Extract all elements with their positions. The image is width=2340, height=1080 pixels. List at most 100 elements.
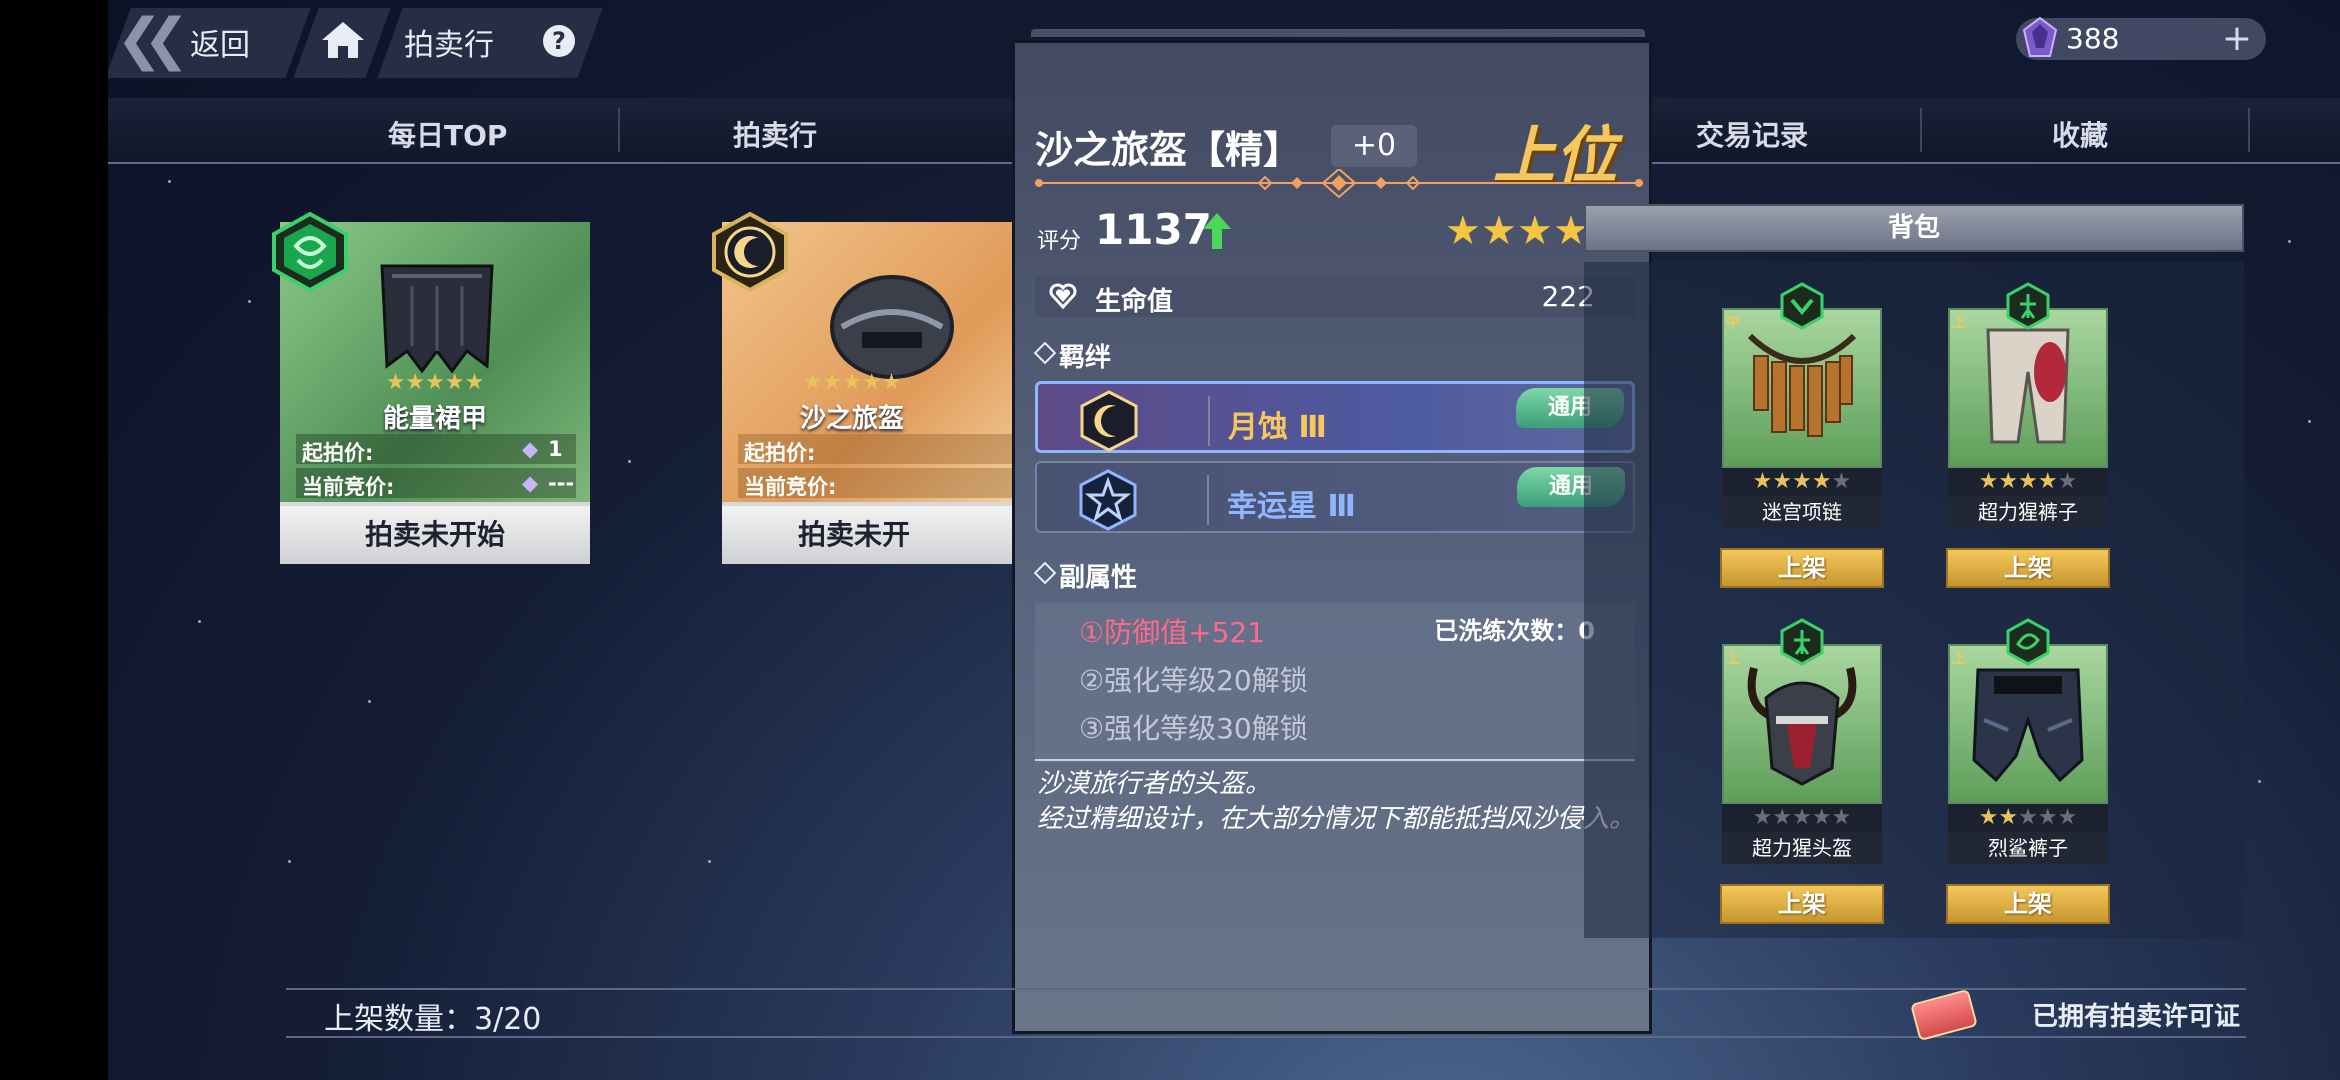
item-name: 沙之旅盔【精】 (1035, 128, 1302, 172)
home-icon[interactable] (320, 20, 366, 60)
list-item-button[interactable]: 上架 (1720, 548, 1884, 588)
hp-label: 生命值 (1095, 287, 1174, 317)
sub-attr-3: ③强化等级30解锁 (1079, 712, 1308, 745)
shark-pants-icon (1972, 668, 2084, 783)
item-tag: 上 (1952, 651, 1966, 667)
green-class-badge-icon (2006, 618, 2050, 666)
energy-skirt-armor-icon (380, 264, 494, 374)
card-item-name: 沙之旅盔 (799, 404, 904, 434)
rating-star-icon: ★ (1481, 208, 1517, 254)
gorilla-helmet-icon (1747, 667, 1857, 786)
backpack-item[interactable]: 上 ★★★★★ 超力猩头盔 上架 (1720, 618, 1884, 924)
bond-separator (1207, 475, 1209, 525)
item-rating-stars: ★★★★★ (1948, 468, 2108, 496)
maze-necklace-icon (1747, 333, 1857, 437)
background-star (708, 860, 711, 863)
footer-line (286, 988, 2246, 990)
backpack-item[interactable]: 上 ★★★★★ 烈鲨裤子 上架 (1946, 618, 2110, 924)
tab-divider (2248, 108, 2250, 152)
background-star (288, 860, 291, 863)
license-status: 已拥有拍卖许可证 (2031, 1002, 2240, 1032)
current-bid-label: 当前竞价: (744, 475, 837, 499)
card-rating-stars: ★★★★★ (385, 370, 485, 395)
list-item-button[interactable]: 上架 (1720, 884, 1884, 924)
current-bid-label: 当前竞价: (302, 475, 395, 499)
hp-row: 生命值 222 (1035, 275, 1635, 317)
item-tag: 中 (1726, 315, 1740, 331)
moon-class-badge-icon (712, 211, 788, 293)
backpack-item[interactable]: 中 ★★★★★ 迷宫项链 上架 (1720, 282, 1884, 588)
help-icon[interactable]: ? (543, 25, 575, 57)
green-class-badge-icon (1780, 618, 1824, 666)
current-bid-row: 当前竞价: ◆ --- (296, 468, 576, 499)
top-bar: ❮❮ 返回 拍卖行 ? (108, 0, 628, 80)
item-rating-stars: ★★★★★ (1722, 468, 1882, 496)
sub-attr-box: ①防御值+521 已洗练次数：0 ②强化等级20解锁 ③强化等级30解锁 (1035, 603, 1635, 763)
bond-separator (1208, 396, 1210, 446)
sub-attr-1: ①防御值+521 (1079, 616, 1266, 649)
star-icon (1079, 469, 1137, 531)
start-price-row: 起拍价: ◆ 1 (296, 434, 576, 465)
item-detail-panel: 沙之旅盔【精】 +0 上位 评分 1137 ★★★★★ 生命值 222 (1012, 29, 1652, 1034)
green-class-badge-icon (272, 211, 348, 293)
back-label[interactable]: 返回 (190, 20, 250, 64)
score-value: 1137 (1095, 205, 1212, 254)
card-item-name: 能量裙甲 (382, 404, 487, 434)
bond-section-title: 羁绊 (1033, 337, 1111, 374)
background-star (628, 460, 631, 463)
bond-row-moon-eclipse[interactable]: 月蚀 Ⅲ 通用 (1035, 381, 1635, 453)
item-description: 沙漠旅行者的头盔。 经过精细设计，在大部分情况下都能抵挡风沙侵入。 (1037, 769, 1636, 834)
score-up-arrow-icon (1203, 213, 1231, 249)
item-name: 烈鲨裤子 (1948, 832, 2108, 864)
item-name: 迷宫项链 (1722, 496, 1882, 528)
bond-name: 月蚀 Ⅲ (1228, 410, 1327, 445)
auction-status: 拍卖未开 (722, 506, 1032, 564)
backpack-item[interactable]: 上 ★★★★★ 超力猩裤子 上架 (1946, 282, 2110, 588)
rating-star-icon: ★ (1445, 208, 1481, 254)
current-bid-row: 当前竞价: (738, 468, 1018, 499)
backpack-title[interactable]: 背包 (1584, 204, 2244, 252)
item-name: 超力猩头盔 (1722, 832, 1882, 864)
back-chevron-icon: ❮❮ (116, 7, 190, 72)
page-title: 拍卖行 (404, 28, 494, 63)
add-currency-button[interactable]: + (2222, 18, 2252, 59)
background-star (168, 180, 171, 183)
diamond-bullet-icon (1033, 341, 1057, 365)
rating-star-icon: ★ (1517, 208, 1553, 254)
background-star (2308, 420, 2311, 423)
tab-trade-record[interactable]: 交易记录 (1696, 114, 1808, 154)
tab-divider (1920, 108, 1922, 152)
item-tag: 上 (1952, 315, 1966, 331)
moon-icon (1080, 390, 1138, 452)
list-item-button[interactable]: 上架 (1946, 548, 2110, 588)
tab-auction[interactable]: 拍卖行 (733, 114, 817, 154)
tab-divider (618, 108, 620, 152)
item-name: 超力猩裤子 (1948, 496, 2108, 528)
backpack-area (1584, 262, 2244, 938)
heart-icon (1049, 283, 1077, 309)
item-rating-stars: ★★★★★ (1722, 804, 1882, 832)
crystal-icon: ◆ (522, 437, 539, 461)
tab-daily-top[interactable]: 每日TOP (388, 114, 507, 154)
list-item-button[interactable]: 上架 (1946, 884, 2110, 924)
currency-value: 388 (2066, 22, 2120, 55)
background-star (368, 700, 371, 703)
listing-count: 上架数量：3/20 (324, 1002, 542, 1037)
item-level: +0 (1331, 125, 1417, 167)
sub-attr-section-title: 副属性 (1033, 557, 1137, 594)
score-label: 评分 (1037, 229, 1082, 254)
crystal-icon (2022, 16, 2058, 57)
pants-icon (1986, 328, 2070, 444)
start-price-row: 起拍价: (738, 434, 1018, 465)
diamond-bullet-icon (1033, 561, 1057, 585)
ornament-divider (1035, 169, 1643, 199)
tab-favorites[interactable]: 收藏 (2052, 114, 2108, 154)
background-star (248, 300, 251, 303)
background-star (198, 620, 201, 623)
bond-row-lucky-star[interactable]: 幸运星 Ⅲ 通用 (1035, 461, 1635, 533)
auction-status: 拍卖未开始 (280, 506, 590, 564)
start-price-label: 起拍价: (744, 441, 816, 465)
bond-name: 幸运星 Ⅲ (1227, 489, 1356, 524)
wash-count: 已洗练次数：0 (1434, 617, 1595, 645)
current-bid-value: --- (548, 471, 575, 495)
